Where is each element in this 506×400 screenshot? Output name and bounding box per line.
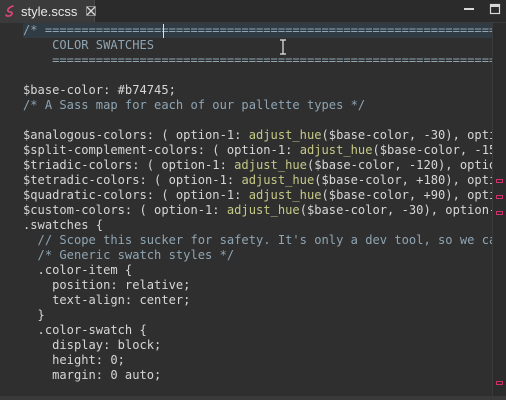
editor-window: style.scss /* ==========================…: [0, 0, 506, 400]
code-area[interactable]: /* =====================================…: [23, 23, 493, 400]
function-token: adjust_hue: [226, 203, 300, 217]
code-line: .color-item {: [23, 263, 133, 277]
code-line: $triadic-colors: ( option-1: adjust_hue(…: [23, 158, 493, 172]
code-line: /* Generic swatch styles */: [23, 248, 235, 262]
overview-ruler[interactable]: [492, 23, 506, 400]
code-line: position: relative;: [23, 278, 191, 292]
minimize-icon[interactable]: [462, 2, 476, 16]
text-caret: [163, 24, 164, 38]
code-line: margin: 0 auto;: [23, 368, 162, 382]
window-controls: [462, 2, 502, 16]
code-line: $quadratic-colors: ( option-1: adjust_hu…: [23, 188, 493, 202]
code-line: .color-swatch {: [23, 323, 147, 337]
close-icon[interactable]: [86, 5, 97, 17]
function-token: adjust_hue: [234, 158, 307, 172]
ruler-marker[interactable]: [496, 211, 503, 215]
code-editor[interactable]: /* =====================================…: [0, 23, 506, 400]
maximize-icon[interactable]: [488, 2, 502, 16]
function-token: adjust_hue: [248, 188, 322, 202]
code-line: /* =====================================…: [23, 23, 493, 38]
editor-gutter: [0, 23, 22, 400]
text-cursor-icon: [279, 39, 287, 55]
code-line: height: 0;: [23, 353, 125, 367]
code-line: // Scope this sucker for safety. It's on…: [23, 233, 493, 247]
code-line: $base-color: #b74745;: [23, 83, 176, 97]
tab-label: style.scss: [21, 3, 78, 19]
code-line: COLOR SWATCHES: [23, 38, 155, 52]
ruler-marker[interactable]: [496, 195, 503, 199]
function-token: adjust_hue: [248, 128, 322, 142]
tab-bar: style.scss: [0, 0, 506, 23]
function-token: adjust_hue: [299, 143, 373, 157]
tab-style-scss[interactable]: style.scss: [0, 0, 97, 22]
code-line: ========================================…: [23, 53, 493, 67]
ruler-marker[interactable]: [496, 381, 503, 385]
code-line: $analogous-colors: ( option-1: adjust_hu…: [23, 128, 493, 142]
code-line: }: [23, 308, 45, 322]
horizontal-scrollbar[interactable]: [0, 396, 506, 400]
code-line: $tetradic-colors: ( option-1: adjust_hue…: [23, 173, 493, 187]
sass-file-icon: [4, 4, 16, 18]
code-line: /* A Sass map for each of our pallette t…: [23, 98, 366, 112]
code-line: $split-complement-colors: ( option-1: ad…: [23, 143, 493, 157]
code-line: text-align: center;: [23, 293, 191, 307]
ruler-marker[interactable]: [496, 179, 503, 183]
code-line: .swatches {: [23, 218, 104, 232]
code-line: $custom-colors: ( option-1: adjust_hue($…: [23, 203, 493, 217]
code-line: display: block;: [23, 338, 162, 352]
function-token: adjust_hue: [241, 173, 315, 187]
